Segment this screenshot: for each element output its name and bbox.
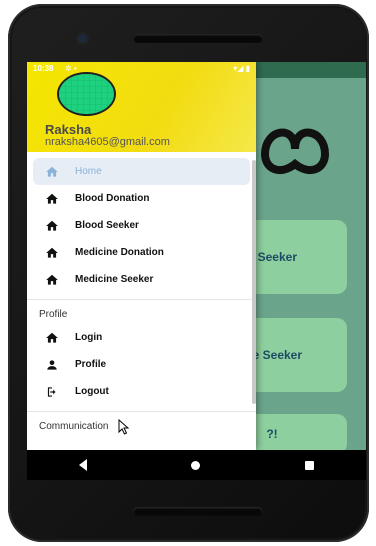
navigation-drawer: 10:38 ✲ ▪ ▾◢ ▮ Raksha nraksha4605@gmail.…	[27, 62, 256, 450]
avatar[interactable]	[57, 72, 116, 116]
menu-item-label: Medicine Seeker	[75, 274, 154, 285]
menu-item-profile[interactable]: Profile	[27, 351, 256, 378]
user-email: nraksha4605@gmail.com	[45, 136, 170, 148]
user-name: Raksha	[45, 122, 92, 137]
top-speaker	[133, 34, 263, 43]
logout-icon	[43, 383, 61, 401]
communication-card-label: ?!	[266, 427, 278, 441]
menu-item-blood-seeker[interactable]: Blood Seeker	[27, 212, 256, 239]
back-icon[interactable]	[79, 459, 88, 471]
menu-item-label: Blood Seeker	[75, 220, 139, 231]
home-icon	[43, 190, 61, 208]
menu-item-medicine-seeker[interactable]: Medicine Seeker	[27, 266, 256, 293]
menu-item-label: Medicine Donation	[75, 247, 164, 258]
home-button-icon[interactable]	[191, 460, 201, 470]
status-time: 10:38	[33, 64, 54, 73]
recent-apps-icon[interactable]	[304, 460, 314, 470]
bottom-speaker	[133, 507, 263, 516]
drawer-scrollbar[interactable]	[252, 160, 256, 404]
divider	[27, 411, 256, 412]
home-icon	[43, 217, 61, 235]
signal-battery-icons: ▾◢ ▮	[233, 64, 250, 73]
menu-item-login[interactable]: Login	[27, 324, 256, 351]
divider	[27, 299, 256, 300]
drawer-menu: Home Blood Donation Blood Seeker Medicin…	[27, 158, 256, 436]
mouse-cursor-icon	[118, 419, 130, 435]
home-icon	[43, 244, 61, 262]
front-camera	[78, 34, 87, 43]
menu-item-logout[interactable]: Logout	[27, 378, 256, 405]
menu-item-label: Login	[75, 332, 103, 343]
menu-item-label: Profile	[75, 359, 107, 370]
menu-item-home[interactable]: Home	[33, 158, 250, 185]
menu-item-label: Blood Donation	[75, 193, 150, 204]
notification-icons: ✲ ▪	[65, 64, 77, 73]
section-title-communication: Communication	[39, 421, 109, 432]
drawer-header: 10:38 ✲ ▪ ▾◢ ▮ Raksha nraksha4605@gmail.…	[27, 62, 256, 152]
menu-item-label: Home	[75, 166, 102, 177]
android-nav-bar	[27, 450, 366, 480]
person-icon	[43, 356, 61, 374]
home-icon	[43, 271, 61, 289]
menu-item-blood-donation[interactable]: Blood Donation	[27, 185, 256, 212]
home-icon	[43, 163, 61, 181]
app-logo-icon	[260, 128, 330, 175]
phone-screen: d Seeker ine Seeker ?! 10:38 ✲ ▪ ▾◢ ▮ Ra…	[27, 62, 366, 450]
home-icon	[43, 329, 61, 347]
menu-item-label: Logout	[75, 386, 109, 397]
menu-item-medicine-donation[interactable]: Medicine Donation	[27, 239, 256, 266]
section-title-profile: Profile	[39, 309, 68, 320]
